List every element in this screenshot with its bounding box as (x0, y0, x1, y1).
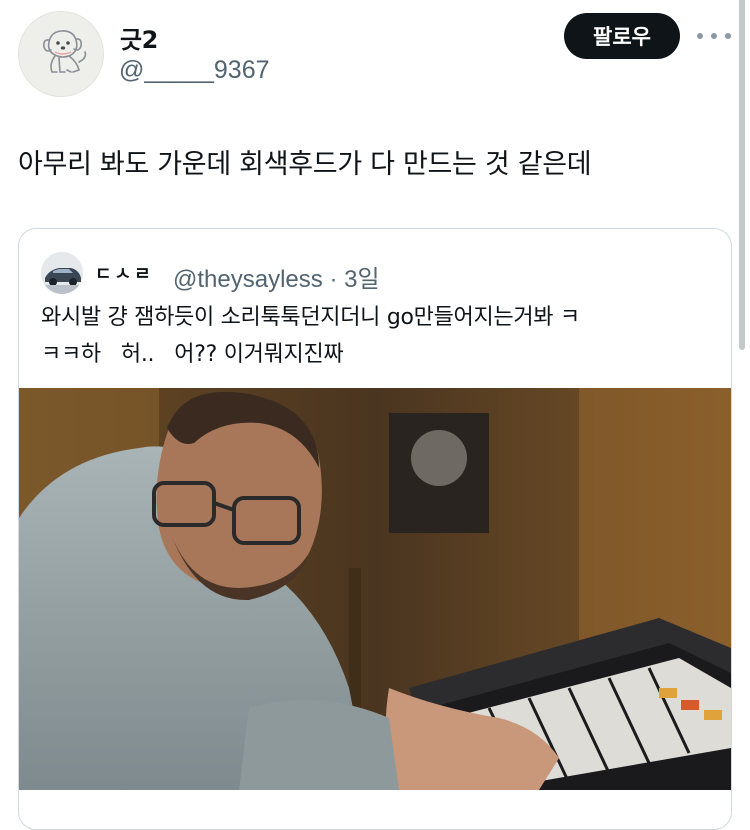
meta-separator: · (329, 266, 338, 293)
dog-sketch-icon (19, 12, 103, 96)
quoted-author-avatar[interactable] (41, 252, 83, 294)
quoted-handle[interactable]: @theysayless (173, 266, 323, 293)
author-avatar[interactable] (18, 11, 104, 97)
dot (725, 33, 731, 39)
tweet-text: 아무리 봐도 가운데 회색후드가 다 만드는 것 같은데 (18, 149, 592, 180)
dot (711, 33, 717, 39)
page-scrollbar[interactable] (739, 0, 745, 811)
video-still-image (19, 388, 731, 790)
author-handle[interactable]: @_____9367 (119, 56, 270, 85)
author-display-name[interactable]: 긋2 (120, 20, 158, 55)
dot (697, 33, 703, 39)
quoted-text-line: 와시발 걍 잼하듯이 소리툭툭던지더니 go만들어지는거봐 ㅋ (41, 305, 580, 330)
quoted-text-line: ㅋㅋ하 허.. 어?? 이거뭐지진짜 (41, 342, 344, 367)
follow-button[interactable]: 팔로우 (564, 13, 680, 59)
quoted-meta: @theysayless · 3일 (173, 259, 380, 294)
quoted-display-name[interactable]: ㄷㅅㄹ (95, 260, 154, 286)
scrollbar-thumb[interactable] (739, 0, 745, 350)
quoted-tweet-card[interactable]: ㄷㅅㄹ @theysayless · 3일 와시발 걍 잼하듯이 소리툭툭던지더… (18, 228, 732, 830)
more-options-icon[interactable] (697, 22, 731, 50)
quoted-tweet-text: 와시발 걍 잼하듯이 소리툭툭던지더니 go만들어지는거봐 ㅋ ㅋㅋ하 허.. … (41, 299, 711, 373)
quoted-timestamp[interactable]: 3일 (344, 266, 379, 293)
quoted-tweet-media[interactable] (19, 388, 731, 790)
car-photo-icon (41, 252, 83, 294)
